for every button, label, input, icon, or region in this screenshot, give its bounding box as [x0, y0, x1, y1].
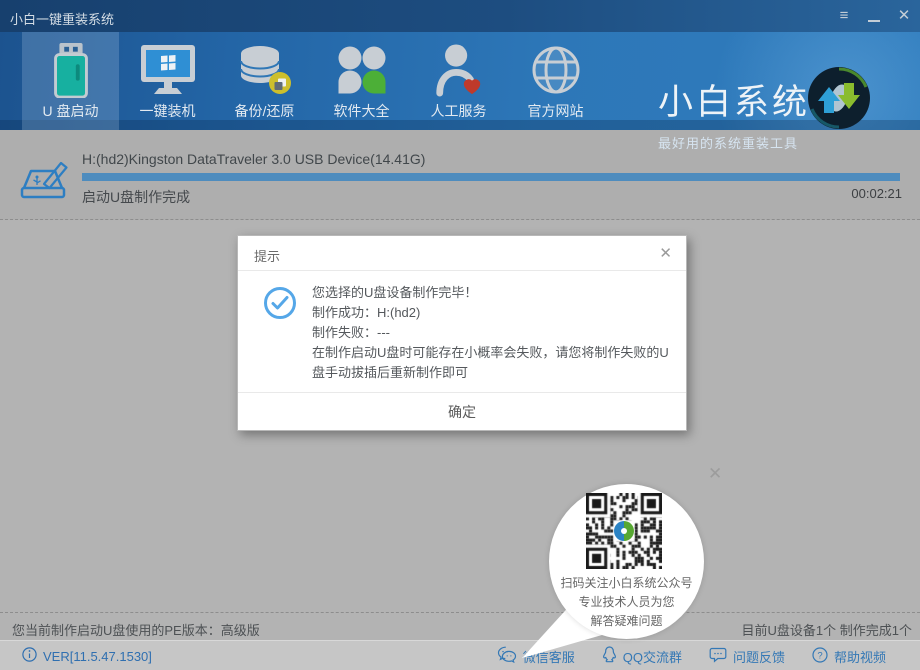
- qr-caption-line: 扫码关注小白系统公众号: [549, 574, 704, 593]
- svg-text:?: ?: [817, 650, 822, 661]
- brand-block: 小白系统 最好用的系统重装工具: [658, 74, 810, 152]
- elapsed-time: 00:02:21: [851, 186, 902, 201]
- usb-drive-icon: [49, 41, 93, 98]
- feedback-link[interactable]: 问题反馈: [709, 647, 785, 666]
- nav-item-label: 官方网站: [528, 101, 584, 121]
- nav-item-support[interactable]: 人工服务: [410, 32, 507, 130]
- feedback-icon: [709, 647, 727, 666]
- device-count-text: 目前U盘设备1个 制作完成1个: [742, 620, 912, 639]
- monitor-icon: [140, 41, 196, 98]
- progress-bar: [82, 173, 900, 181]
- window-title: 小白一键重装系统: [10, 9, 114, 28]
- success-check-icon: [263, 286, 297, 325]
- dialog-line: 您选择的U盘设备制作完毕！: [312, 283, 674, 303]
- footer-link-label: 帮助视频: [834, 647, 886, 666]
- dialog-line: 在制作启动U盘时可能存在小概率会失败，请您将制作失败的U盘手动拔插后重新制作即可: [312, 343, 674, 383]
- support-person-icon: [434, 41, 484, 98]
- progress-status: 启动U盘制作完成: [82, 187, 190, 207]
- dialog-body: 您选择的U盘设备制作完毕！ 制作成功：H:(hd2) 制作失败：--- 在制作启…: [238, 270, 686, 393]
- qr-bubble: 扫码关注小白系统公众号 专业技术人员为您 解答疑难问题: [549, 484, 704, 639]
- result-dialog: 提示 ✕ 您选择的U盘设备制作完毕！ 制作成功：H:(hd2) 制作失败：---…: [237, 235, 687, 431]
- nav-item-label: 一键装机: [140, 101, 196, 121]
- nav-item-one-click-install[interactable]: 一键装机: [119, 32, 216, 130]
- brand-logo-icon: [806, 65, 872, 136]
- nav-item-label: 软件大全: [334, 101, 390, 121]
- version-text: VER[11.5.47.1530]: [43, 649, 152, 664]
- device-name: H:(hd2)Kingston DataTraveler 3.0 USB Dev…: [82, 151, 425, 167]
- software-icon: [336, 41, 388, 98]
- footer-link-label: 问题反馈: [733, 647, 785, 666]
- qr-center-logo-icon: [613, 520, 635, 547]
- ok-button[interactable]: 确定: [238, 392, 686, 430]
- progress-bar-fill: [82, 173, 900, 181]
- brand-tagline: 最好用的系统重装工具: [658, 133, 810, 152]
- dialog-line: 制作成功：H:(hd2): [312, 303, 674, 323]
- close-icon[interactable]: ✕: [896, 8, 912, 24]
- footer-link-label: QQ交流群: [623, 647, 682, 666]
- dialog-close-icon[interactable]: ✕: [659, 244, 672, 262]
- titlebar: 小白一键重装系统 ≡ ✕: [0, 0, 920, 32]
- dialog-title: 提示: [254, 246, 280, 265]
- globe-icon: [530, 41, 582, 98]
- nav-item-software[interactable]: 软件大全: [313, 32, 410, 130]
- footer-bar: VER[11.5.47.1530] 微信客服: [0, 640, 920, 670]
- menu-icon[interactable]: ≡: [836, 8, 852, 24]
- nav-item-label: 人工服务: [431, 101, 487, 121]
- qq-icon: [602, 646, 617, 667]
- backup-restore-icon: [238, 41, 292, 98]
- bubble-close-icon[interactable]: ✕: [708, 464, 722, 484]
- nav-item-label: 备份/还原: [235, 101, 295, 121]
- help-video-link[interactable]: ? 帮助视频: [812, 647, 886, 666]
- drive-pencil-icon: [14, 152, 72, 213]
- qr-caption-line: 专业技术人员为您: [549, 593, 704, 612]
- dialog-message: 您选择的U盘设备制作完毕！ 制作成功：H:(hd2) 制作失败：--- 在制作启…: [312, 283, 674, 383]
- version-block: VER[11.5.47.1530]: [22, 641, 152, 670]
- info-icon: [22, 647, 37, 665]
- nav-item-label: U 盘启动: [43, 101, 99, 121]
- nav-item-usb-boot[interactable]: U 盘启动: [22, 32, 119, 130]
- dialog-header: 提示 ✕: [238, 236, 686, 271]
- nav-item-website[interactable]: 官方网站: [507, 32, 604, 130]
- status-bar: 您当前制作启动U盘使用的PE版本：高级版 目前U盘设备1个 制作完成1个: [0, 612, 920, 640]
- main-nav: U 盘启动 一键装机: [0, 32, 920, 130]
- nav-item-backup-restore[interactable]: 备份/还原: [216, 32, 313, 130]
- qq-group-link[interactable]: QQ交流群: [602, 646, 682, 667]
- window-controls: ≡ ✕: [836, 0, 912, 32]
- brand-name: 小白系统: [658, 74, 810, 125]
- help-video-icon: ?: [812, 647, 828, 666]
- pe-version-text: 您当前制作启动U盘使用的PE版本：高级版: [12, 620, 260, 639]
- dialog-line: 制作失败：---: [312, 323, 674, 343]
- nav-items: U 盘启动 一键装机: [22, 32, 604, 130]
- qr-caption-line: 解答疑难问题: [549, 612, 704, 631]
- app-window: 小白一键重装系统 ≡ ✕ U 盘启动: [0, 0, 920, 670]
- qr-caption: 扫码关注小白系统公众号 专业技术人员为您 解答疑难问题: [549, 574, 704, 631]
- wechat-icon: [497, 646, 517, 666]
- minimize-icon[interactable]: [868, 20, 880, 22]
